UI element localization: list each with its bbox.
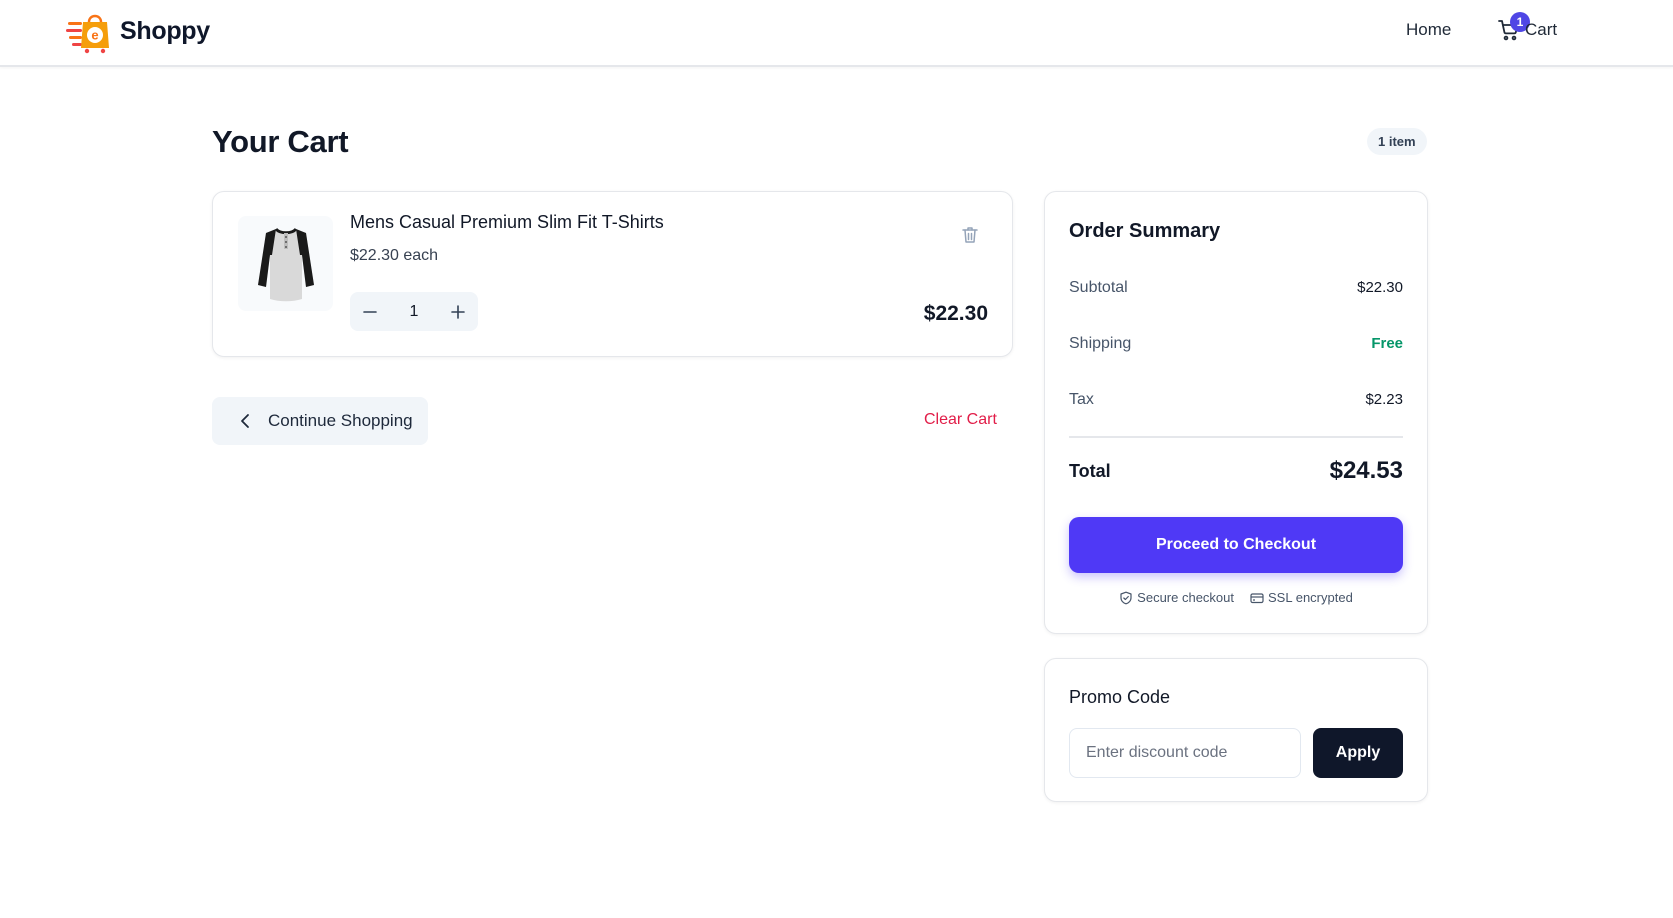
security-notes: Secure checkout SSL encrypted: [1045, 590, 1427, 605]
item-line-total: $22.30: [923, 302, 988, 325]
nav-home-link[interactable]: Home: [1406, 20, 1451, 40]
tax-row: Tax $2.23: [1069, 391, 1403, 409]
decrease-quantity-button[interactable]: [358, 300, 382, 324]
product-thumbnail[interactable]: [238, 216, 333, 311]
order-summary-card: Order Summary Subtotal $22.30 Shipping F…: [1044, 191, 1428, 634]
credit-card-icon: [1250, 592, 1264, 603]
summary-divider: [1069, 436, 1403, 438]
clear-cart-button[interactable]: Clear Cart: [924, 411, 997, 429]
page-title: Your Cart: [212, 124, 349, 159]
shipping-row: Shipping Free: [1069, 335, 1403, 353]
t-shirt-image: [257, 227, 314, 301]
tax-label: Tax: [1069, 391, 1094, 408]
shopping-bag-logo: e: [66, 14, 109, 54]
brand[interactable]: e Shoppy: [66, 8, 210, 54]
secure-checkout-note: Secure checkout: [1119, 590, 1234, 605]
trash-icon[interactable]: [960, 225, 980, 245]
item-name[interactable]: Mens Casual Premium Slim Fit T-Shirts: [350, 212, 664, 233]
tax-value: $2.23: [1365, 391, 1403, 408]
item-unit-price: $22.30 each: [350, 247, 439, 264]
shipping-label: Shipping: [1069, 335, 1132, 352]
increase-quantity-button[interactable]: [446, 300, 470, 324]
plus-icon: [451, 304, 465, 319]
continue-shopping-label: Continue Shopping: [268, 411, 413, 430]
subtotal-row: Subtotal $22.30: [1069, 279, 1403, 297]
svg-text:e: e: [91, 28, 98, 43]
ssl-encrypted-note: SSL encrypted: [1250, 590, 1353, 605]
minus-icon: [363, 310, 377, 313]
shield-check-icon: [1120, 591, 1132, 604]
promo-code-title: Promo Code: [1069, 687, 1171, 707]
quantity-value: 1: [409, 302, 419, 320]
subtotal-label: Subtotal: [1069, 279, 1128, 296]
apply-promo-button[interactable]: Apply: [1313, 728, 1403, 778]
continue-shopping-button[interactable]: Continue Shopping: [212, 397, 428, 445]
top-navbar: e Shoppy Home 1 Cart: [0, 0, 1673, 67]
promo-code-card: Promo Code Apply: [1044, 658, 1428, 802]
quantity-stepper: 1: [350, 292, 478, 331]
order-summary-title: Order Summary: [1069, 220, 1221, 242]
total-value: $24.53: [1329, 457, 1403, 484]
secure-checkout-label: Secure checkout: [1137, 590, 1235, 605]
proceed-to-checkout-button[interactable]: Proceed to Checkout: [1069, 517, 1403, 573]
brand-name: Shoppy: [120, 16, 210, 45]
nav-cart-label: Cart: [1525, 20, 1558, 39]
shipping-value: Free: [1371, 335, 1403, 352]
discount-code-input[interactable]: [1069, 728, 1301, 778]
subtotal-value: $22.30: [1357, 279, 1403, 296]
ssl-encrypted-label: SSL encrypted: [1268, 590, 1353, 605]
chevron-left-icon: [241, 414, 249, 428]
item-count-badge: 1 item: [1367, 128, 1427, 155]
total-label: Total: [1069, 461, 1111, 481]
nav-cart-link[interactable]: 1 Cart: [1497, 12, 1558, 41]
cart-item-card: Mens Casual Premium Slim Fit T-Shirts $2…: [212, 191, 1013, 357]
